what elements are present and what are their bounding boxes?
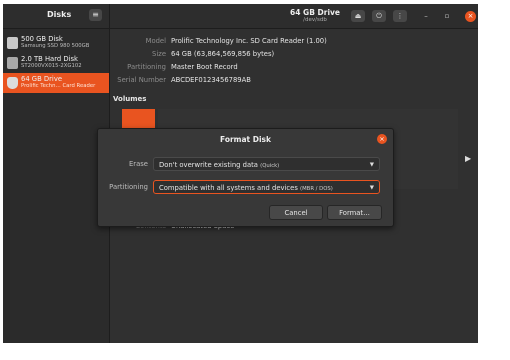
chevron-down-icon: ▼ (369, 185, 374, 191)
erase-hint: (Quick) (260, 163, 280, 169)
disk-name: 2.0 TB Hard Disk (21, 55, 78, 63)
hdd-icon (7, 57, 18, 69)
maximize-icon[interactable]: ▫ (441, 10, 453, 22)
drive-title: 64 GB Drive (289, 8, 340, 17)
size-value: 64 GB (63,864,569,856 bytes) (171, 50, 275, 58)
next-arrow-icon[interactable]: ▶ (465, 154, 471, 163)
hamburger-icon[interactable]: ≡ (89, 9, 102, 21)
format-disk-dialog: Format Disk × Erase Don't overwrite exis… (97, 128, 394, 227)
app-title: Disks (47, 10, 72, 19)
partitioning-select[interactable]: Compatible with all systems and devices … (153, 180, 380, 194)
ssd-icon (7, 37, 18, 49)
serial-label: Serial Number (117, 76, 166, 84)
serial-value: ABCDEF0123456789AB (171, 76, 251, 84)
minimize-icon[interactable]: – (420, 10, 432, 22)
power-icon[interactable]: ⏻ (372, 10, 386, 22)
format-button[interactable]: Format… (327, 205, 382, 220)
partitioning-select-hint: (MBR / DOS) (300, 186, 333, 192)
sidebar-header: Disks ≡ (3, 4, 109, 29)
disk-item-500gb[interactable]: 500 GB Disk Samsung SSD 980 500GB (3, 33, 109, 53)
disk-model: Samsung SSD 980 500GB (21, 43, 90, 49)
partitioning-select-label: Partitioning (109, 183, 148, 191)
dialog-close-icon[interactable]: × (377, 134, 387, 144)
disk-model: Prolific Techn… Card Reader (21, 83, 96, 89)
model-label: Model (145, 37, 166, 45)
sidebar: Disks ≡ 500 GB Disk Samsung SSD 980 500G… (3, 4, 110, 343)
disk-name: 64 GB Drive (21, 75, 63, 83)
usb-drive-icon (7, 77, 18, 89)
window-close-icon[interactable]: × (465, 11, 476, 22)
partitioning-select-value: Compatible with all systems and devices (159, 184, 298, 192)
erase-value: Don't overwrite existing data (159, 161, 258, 169)
cancel-button[interactable]: Cancel (269, 205, 323, 220)
dialog-title: Format Disk (220, 135, 271, 144)
disk-name: 500 GB Disk (21, 35, 63, 43)
chevron-down-icon: ▼ (369, 162, 374, 168)
erase-select[interactable]: Don't overwrite existing data (Quick) ▼ (153, 157, 380, 171)
disk-item-64gb[interactable]: 64 GB Drive Prolific Techn… Card Reader (3, 73, 109, 93)
kebab-menu-icon[interactable]: ⋮ (393, 10, 407, 22)
eject-icon[interactable]: ⏏ (351, 10, 365, 22)
disks-window: Disks ≡ 500 GB Disk Samsung SSD 980 500G… (3, 4, 478, 343)
model-value: Prolific Technology Inc. SD Card Reader … (171, 37, 327, 45)
header-bar: 64 GB Drive /dev/sdb ⏏ ⏻ ⋮ – ▫ × (110, 4, 478, 29)
disk-item-2tb[interactable]: 2.0 TB Hard Disk ST2000VX015-2XG102 (3, 53, 109, 73)
partitioning-value: Master Boot Record (171, 63, 238, 71)
drive-device-path: /dev/sdb (303, 17, 327, 23)
size-label: Size (152, 50, 166, 58)
partitioning-label: Partitioning (127, 63, 166, 71)
volumes-heading: Volumes (113, 95, 147, 103)
disk-model: ST2000VX015-2XG102 (21, 63, 82, 69)
disk-list: 500 GB Disk Samsung SSD 980 500GB 2.0 TB… (3, 29, 109, 93)
erase-label: Erase (129, 160, 148, 168)
